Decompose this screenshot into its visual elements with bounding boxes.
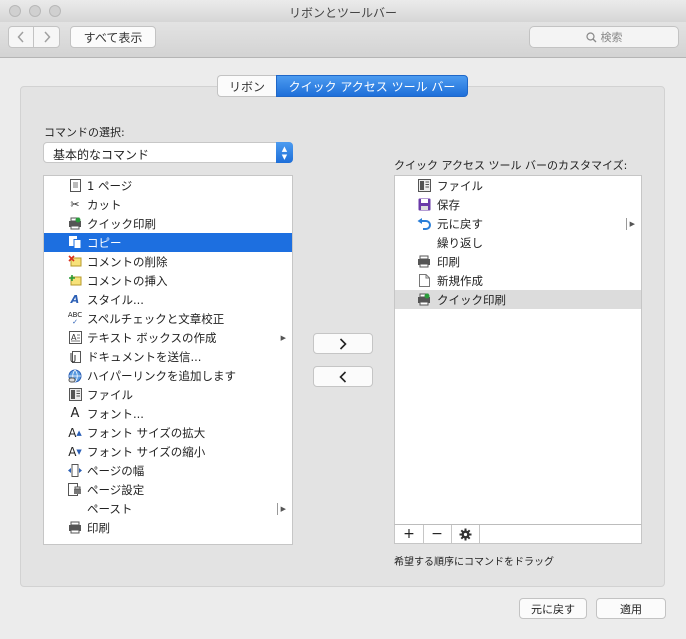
quick-print-icon [68,217,82,231]
list-item[interactable]: コメントの削除 [44,252,292,271]
remove-command-button[interactable] [313,366,373,387]
submenu-arrow-icon: ▶ [280,504,286,513]
print-icon [417,255,431,269]
chevron-left-icon [339,370,347,383]
list-item[interactable]: 新規作成 [395,271,641,290]
list-item[interactable]: コメントの挿入 [44,271,292,290]
list-item[interactable]: 保存 [395,195,641,214]
list-item[interactable]: A ▲ フォント サイズの拡大 [44,423,292,442]
search-icon [585,31,596,42]
list-item[interactable]: クイック印刷 [44,214,292,233]
apply-button[interactable]: 適用 [596,598,666,619]
search-placeholder: 検索 [600,31,623,44]
drag-hint: 希望する順序にコマンドをドラッグ [394,557,554,568]
list-item[interactable]: A ▼ フォント サイズの縮小 [44,442,292,461]
submenu-divider [626,217,627,230]
submenu-arrow-icon: ▶ [629,219,635,228]
list-item[interactable]: ドキュメントを送信... [44,347,292,366]
font-grow-icon: A ▲ [68,425,82,440]
list-item[interactable]: ファイル [44,385,292,404]
qat-customize-label: クイック アクセス ツール バーのカスタマイズ: [394,159,628,172]
hyperlink-icon [68,369,82,383]
delete-comment-icon [68,255,82,269]
tab-ribbon[interactable]: リボン [217,75,276,97]
commands-list[interactable]: 1 ページ ✂ カット クイック印刷 コピー コメントの削除 コメントの挿入 A… [43,175,293,545]
list-item[interactable]: 繰り返し [395,233,641,252]
list-item[interactable]: 元に戻す ▶ [395,214,641,233]
add-command-button[interactable] [313,333,373,354]
commands-label: コマンドの選択: [44,126,125,139]
copy-icon [68,236,82,250]
list-item[interactable]: 1 ページ [44,176,292,195]
chevron-right-icon [339,337,347,350]
qat-list[interactable]: ファイル 保存 元に戻す ▶ 繰り返し 印刷 新規作成 クイック印刷 [394,175,642,525]
page-icon [68,179,82,193]
forward-button[interactable] [34,26,60,48]
gear-menu-button[interactable] [451,525,480,543]
submenu-divider [277,502,278,515]
font-icon: A [70,406,80,421]
tab-quick-access-toolbar[interactable]: クイック アクセス ツール バー [276,75,468,97]
quick-print-icon [417,293,431,307]
chevron-updown-icon: ▲ ▼ [276,142,293,163]
toolbar: すべて表示 検索 [0,22,686,58]
chevron-left-icon [17,31,24,43]
list-item[interactable]: 印刷 [395,252,641,271]
list-item-selected[interactable]: コピー [44,233,292,252]
back-button[interactable] [8,26,34,48]
list-item[interactable]: ファイル [395,176,641,195]
show-all-button[interactable]: すべて表示 [70,26,156,48]
list-item-highlighted[interactable]: クイック印刷 [395,290,641,309]
chevron-right-icon [43,31,51,43]
spellcheck-icon: ABC ✓ [67,310,83,326]
list-item[interactable]: ハイパーリンクを追加します [44,366,292,385]
list-item[interactable]: ページ設定 [44,480,292,499]
qat-list-controls: + − [394,524,642,544]
page-width-icon [68,464,82,478]
search-field[interactable]: 検索 [529,26,679,48]
commands-category-value: 基本的なコマンド [53,148,150,162]
commands-category-popup[interactable]: 基本的なコマンド ▲ ▼ [43,142,293,163]
print-icon [68,521,82,535]
list-item[interactable]: A テキスト ボックスの作成 ▶ [44,328,292,347]
textbox-icon: A [68,331,82,345]
list-item[interactable]: ABC ✓ スペルチェックと文章校正 [44,309,292,328]
list-item[interactable]: A フォント... [44,404,292,423]
list-item[interactable]: ペースト ▶ [44,499,292,518]
font-shrink-icon: A ▼ [68,444,82,459]
save-icon [417,198,431,212]
title-bar: リボンとツールバー [0,0,686,22]
add-item-button[interactable]: + [395,525,424,543]
list-item[interactable]: ✂ カット [44,195,292,214]
page-setup-icon [68,483,82,497]
file-menu-icon [417,179,431,193]
revert-button[interactable]: 元に戻す [519,598,587,619]
attachment-icon [68,350,82,364]
gear-icon [459,528,471,540]
list-item[interactable]: 印刷 [44,518,292,537]
window-title: リボンとツールバー [288,6,397,20]
new-document-icon [417,274,431,288]
style-icon: A [70,293,80,306]
list-item[interactable]: A スタイル... [44,290,292,309]
submenu-arrow-icon: ▶ [280,333,286,342]
insert-comment-icon [68,274,82,288]
undo-icon [417,217,431,231]
file-menu-icon [68,388,82,402]
list-item[interactable]: ページの幅 [44,461,292,480]
remove-item-button[interactable]: − [423,525,452,543]
scissors-icon: ✂ [70,198,80,211]
